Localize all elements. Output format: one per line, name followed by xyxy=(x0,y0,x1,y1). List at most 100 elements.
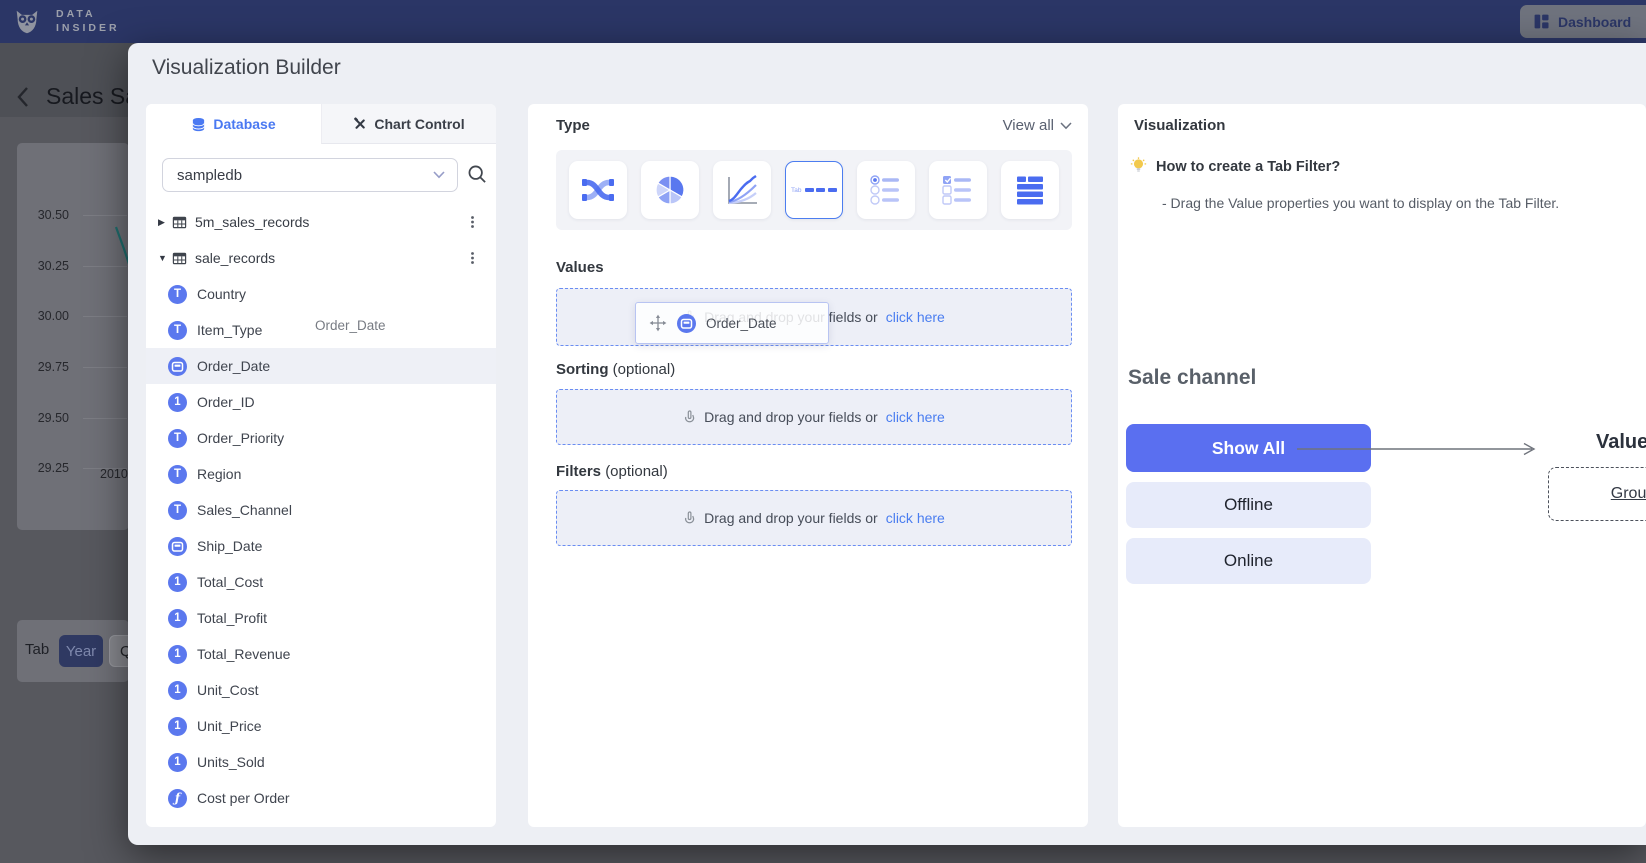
table-name: sale_records xyxy=(195,250,275,266)
sankey-chart-icon xyxy=(578,170,618,210)
filters-section-label: Filters (optional) xyxy=(556,463,668,480)
dragged-field-chip[interactable]: Order_Date xyxy=(635,302,829,344)
builder-panel: Type View all xyxy=(528,104,1088,827)
field-row-selected[interactable]: Order_Date xyxy=(146,348,496,384)
drag-hand-icon xyxy=(683,511,696,525)
field-row[interactable]: T Region xyxy=(146,456,496,492)
owl-logo-icon xyxy=(12,6,42,41)
field-row[interactable]: T Country xyxy=(146,276,496,312)
background-page-title: Sales Sa xyxy=(46,83,138,110)
preview-button-online[interactable]: Online xyxy=(1126,538,1371,584)
field-row[interactable]: 1 Unit_Price xyxy=(146,708,496,744)
chart-type-tab-filter[interactable]: Tab xyxy=(785,161,843,219)
background-period-tabs: Tab Year Qu xyxy=(17,620,129,682)
background-chart-card: 30.50 30.25 30.00 29.75 29.50 29.25 2010 xyxy=(17,143,129,530)
visualization-panel: Visualization How to create a Tab Filter… xyxy=(1118,104,1646,827)
field-row[interactable]: 1 Units_Sold xyxy=(146,744,496,780)
field-name: Region xyxy=(197,466,241,482)
tab-chart-control[interactable]: Chart Control xyxy=(321,104,496,144)
chart-type-radio-filter[interactable] xyxy=(857,161,915,219)
field-row[interactable]: 1 Total_Revenue xyxy=(146,636,496,672)
sorting-dropzone[interactable]: Drag and drop your fields or click here xyxy=(556,389,1072,445)
lightbulb-icon xyxy=(1130,157,1147,179)
sorting-section-label: Sorting (optional) xyxy=(556,361,675,378)
kebab-menu-icon[interactable] xyxy=(465,214,480,233)
preview-button-offline[interactable]: Offline xyxy=(1126,482,1371,528)
back-chevron-icon[interactable] xyxy=(14,86,32,113)
number-field-icon: 1 xyxy=(168,573,187,592)
group-drop-target[interactable]: Group xyxy=(1548,467,1646,521)
dropzone-hint: Drag and drop your fields or xyxy=(704,510,878,526)
field-name: Cost per Order xyxy=(197,790,290,806)
table-icon xyxy=(172,215,187,230)
field-row[interactable]: T Sales_Channel xyxy=(146,492,496,528)
chart-type-pie[interactable] xyxy=(641,161,699,219)
number-field-icon: 1 xyxy=(168,393,187,412)
chart-type-checkbox-filter[interactable] xyxy=(929,161,987,219)
tab-chart-control-label: Chart Control xyxy=(374,116,464,132)
function-field-icon: ƒ xyxy=(168,789,187,808)
kebab-menu-icon[interactable] xyxy=(465,250,480,269)
database-panel: Database Chart Control sampledb xyxy=(146,104,496,827)
pie-chart-icon xyxy=(650,170,690,210)
value-annotation-label: Value xyxy=(1596,431,1646,454)
type-section-label: Type xyxy=(556,117,590,134)
field-row[interactable]: T Order_Priority xyxy=(146,420,496,456)
chart-type-sankey[interactable] xyxy=(569,161,627,219)
field-row[interactable]: Ship_Date xyxy=(146,528,496,564)
database-select-value: sampledb xyxy=(177,167,242,184)
number-field-icon: 1 xyxy=(168,753,187,772)
field-row[interactable]: 1 Unit_Cost xyxy=(146,672,496,708)
chevron-down-icon xyxy=(1060,122,1072,130)
database-select[interactable]: sampledb xyxy=(162,158,458,192)
tab-database[interactable]: Database xyxy=(146,104,321,144)
chart-type-table[interactable] xyxy=(1001,161,1059,219)
date-field-icon xyxy=(168,357,187,376)
field-row[interactable]: 1 Total_Profit xyxy=(146,600,496,636)
number-field-icon: 1 xyxy=(168,609,187,628)
field-name: Sales_Channel xyxy=(197,502,292,518)
field-name: Total_Profit xyxy=(197,610,267,626)
field-row[interactable]: ƒ Cost per Order xyxy=(146,780,496,816)
field-name: Total_Cost xyxy=(197,574,263,590)
chip-label: Order_Date xyxy=(706,316,777,331)
field-row[interactable]: 1 Total_Cost xyxy=(146,564,496,600)
table-name: 5m_sales_records xyxy=(195,214,309,230)
brand-logo-text: DATA INSIDER xyxy=(56,7,120,35)
click-here-link[interactable]: click here xyxy=(886,309,945,325)
field-name: Order_Date xyxy=(197,358,270,374)
text-field-icon: T xyxy=(168,285,187,304)
group-label: Group xyxy=(1611,485,1646,503)
click-here-link[interactable]: click here xyxy=(886,510,945,526)
values-section-label: Values xyxy=(556,259,604,276)
table-row[interactable]: ▼ sale_records xyxy=(146,240,496,276)
search-icon[interactable] xyxy=(467,164,487,189)
chart-type-line[interactable] xyxy=(713,161,771,219)
caret-down-icon[interactable]: ▼ xyxy=(158,253,170,263)
period-tab-year[interactable]: Year xyxy=(59,635,103,667)
number-field-icon: 1 xyxy=(168,681,187,700)
field-row[interactable]: 1 Order_ID xyxy=(146,384,496,420)
click-here-link[interactable]: click here xyxy=(886,409,945,425)
view-all-button[interactable]: View all xyxy=(1003,117,1072,134)
tip-body: - Drag the Value properties you want to … xyxy=(1162,195,1559,211)
visualization-section-label: Visualization xyxy=(1134,117,1225,134)
view-all-label: View all xyxy=(1003,117,1054,134)
dashboard-button[interactable]: Dashboard xyxy=(1520,5,1646,38)
field-name: Ship_Date xyxy=(197,538,262,554)
field-name: Unit_Price xyxy=(197,718,262,734)
field-name: Item_Type xyxy=(197,322,262,338)
dashboard-button-label: Dashboard xyxy=(1558,14,1631,30)
period-tab-label: Tab xyxy=(25,641,49,658)
table-row[interactable]: ▶ 5m_sales_records xyxy=(146,204,496,240)
filters-dropzone[interactable]: Drag and drop your fields or click here xyxy=(556,490,1072,546)
date-field-icon xyxy=(677,314,696,333)
dashboard-grid-icon xyxy=(1533,13,1550,30)
field-name: Country xyxy=(197,286,246,302)
number-field-icon: 1 xyxy=(168,717,187,736)
preview-heading: Sale channel xyxy=(1128,366,1256,390)
table-icon xyxy=(172,251,187,266)
caret-right-icon[interactable]: ▶ xyxy=(158,217,170,228)
radio-list-icon xyxy=(866,170,906,210)
tab-database-label: Database xyxy=(213,116,275,132)
